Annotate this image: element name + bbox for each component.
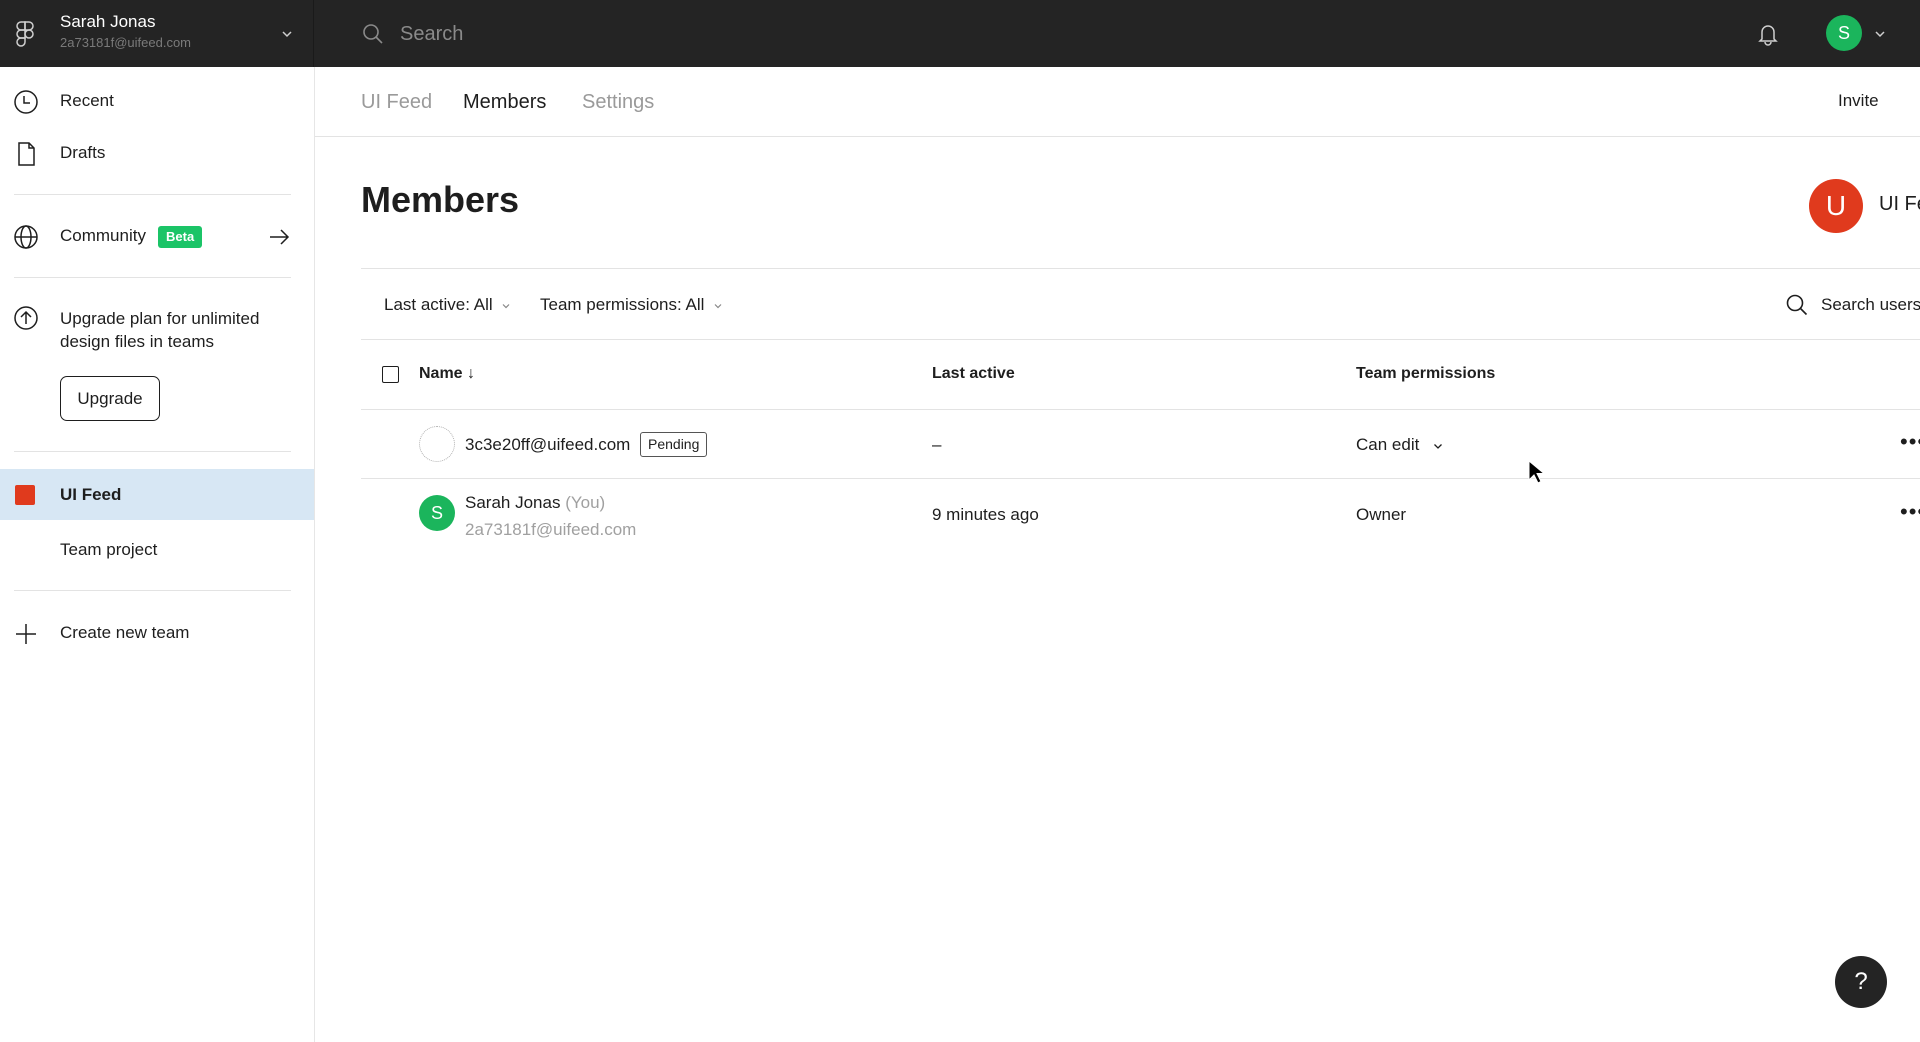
divider <box>14 451 291 452</box>
figma-logo-icon <box>16 21 34 47</box>
user-avatar[interactable]: S <box>1826 15 1862 51</box>
chevron-down-icon <box>714 303 722 308</box>
divider <box>361 409 1920 410</box>
chevron-down-icon[interactable] <box>280 27 294 41</box>
upgrade-button[interactable]: Upgrade <box>60 376 160 421</box>
divider <box>14 194 291 195</box>
member-name-line: Sarah Jonas (You) <box>465 493 605 513</box>
member-name: Sarah Jonas <box>465 493 561 512</box>
filter-label: Last active: All <box>384 295 493 314</box>
chevron-down-icon <box>502 303 510 308</box>
column-header-last-active[interactable]: Last active <box>932 365 1015 383</box>
team-name: UI Feed <box>1879 193 1920 215</box>
beta-badge: Beta <box>158 226 203 248</box>
sidebar-item-label: Drafts <box>60 143 106 162</box>
sidebar-item-label: Community <box>60 226 146 245</box>
last-active-value: 9 minutes ago <box>932 505 1039 524</box>
permission-value: Can edit <box>1356 435 1420 454</box>
you-tag: (You) <box>565 493 606 512</box>
account-email: 2a73181f@uifeed.com <box>60 35 192 50</box>
sidebar-item-label: UI Feed <box>60 485 122 504</box>
permission-dropdown[interactable]: Can edit <box>1356 435 1444 455</box>
member-email: 3c3e20ff@uifeed.com <box>465 435 631 454</box>
divider <box>14 590 291 591</box>
search-icon <box>363 24 383 44</box>
team-color-icon <box>15 485 35 505</box>
sidebar-item-team-ui-feed[interactable]: UI Feed <box>0 469 314 520</box>
tab-members[interactable]: Members <box>463 91 546 114</box>
account-name: Sarah Jonas <box>60 12 156 31</box>
team-permissions-filter[interactable]: Team permissions: All <box>540 295 723 315</box>
sidebar-item-team-project[interactable]: Team project <box>0 526 314 574</box>
file-icon <box>18 142 35 166</box>
create-team-button[interactable]: Create new team <box>0 609 314 657</box>
sidebar-item-label: Team project <box>60 540 158 559</box>
help-button[interactable]: ? <box>1835 956 1887 1008</box>
bell-icon[interactable] <box>1756 21 1780 47</box>
upgrade-arrow-icon <box>14 306 38 330</box>
chevron-down-icon <box>1434 443 1443 449</box>
search-users-input[interactable] <box>1821 293 1920 317</box>
chevron-down-icon[interactable] <box>1873 27 1887 41</box>
filter-label: Team permissions: All <box>540 295 705 314</box>
divider <box>361 268 1920 269</box>
column-header-name[interactable]: Name ↓ <box>419 365 475 383</box>
page-title: Members <box>361 179 520 220</box>
tab-settings[interactable]: Settings <box>582 91 654 114</box>
sidebar-item-recent[interactable]: Recent <box>0 77 314 125</box>
divider <box>361 478 1920 479</box>
sidebar: Recent Drafts Community Beta Upgrade pla… <box>0 67 315 1042</box>
clock-icon <box>14 90 38 114</box>
avatar: S <box>419 495 455 531</box>
column-header-team-permissions[interactable]: Team permissions <box>1356 365 1495 383</box>
tab-ui-feed[interactable]: UI Feed <box>361 91 432 114</box>
more-options-icon[interactable]: ••• <box>1900 499 1920 525</box>
more-options-icon[interactable]: ••• <box>1900 429 1920 455</box>
plus-icon <box>16 624 36 644</box>
select-all-checkbox[interactable] <box>382 366 399 383</box>
main-content: UI Feed Members Settings Invite Members … <box>315 67 1920 1042</box>
global-search-input[interactable] <box>400 20 900 48</box>
sidebar-item-drafts[interactable]: Drafts <box>0 129 314 177</box>
tab-bar: UI Feed Members Settings Invite <box>315 67 1920 137</box>
sort-arrow-icon: ↓ <box>467 365 476 382</box>
pending-badge: Pending <box>640 432 708 457</box>
divider <box>14 277 291 278</box>
sidebar-item-label: Recent <box>60 91 114 110</box>
top-bar: Sarah Jonas 2a73181f@uifeed.com S <box>0 0 1920 67</box>
invite-button[interactable]: Invite <box>1838 91 1879 111</box>
sidebar-item-community[interactable]: Community Beta <box>0 212 314 260</box>
arrow-right-icon <box>270 229 290 245</box>
column-label: Name <box>419 365 463 382</box>
member-email: 2a73181f@uifeed.com <box>465 520 637 539</box>
last-active-value: – <box>932 435 942 454</box>
last-active-filter[interactable]: Last active: All <box>384 295 511 315</box>
sidebar-item-label: Create new team <box>60 623 190 642</box>
search-icon <box>1786 294 1808 316</box>
account-switcher[interactable]: Sarah Jonas 2a73181f@uifeed.com <box>0 0 314 67</box>
divider <box>361 339 1920 340</box>
mouse-cursor-icon <box>1528 460 1544 484</box>
globe-icon <box>14 225 38 249</box>
team-avatar: U <box>1809 179 1863 233</box>
pending-avatar <box>419 426 455 462</box>
upgrade-message: Upgrade plan for unlimited design files … <box>60 309 260 351</box>
permission-value: Owner <box>1356 505 1407 524</box>
